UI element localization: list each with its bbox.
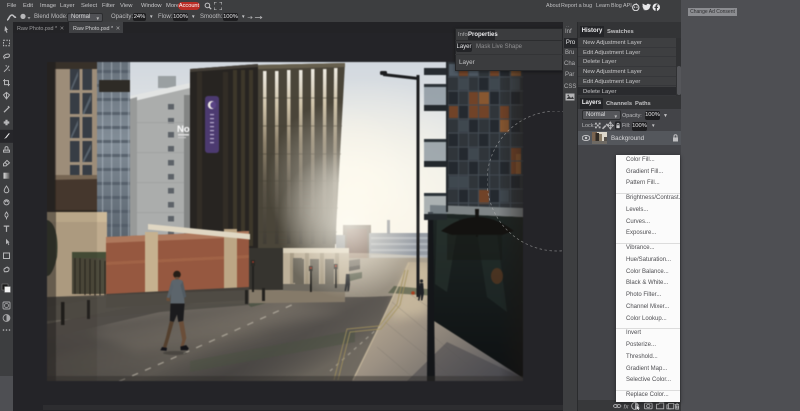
svg-text:No: No xyxy=(177,124,190,135)
svg-text:fx: fx xyxy=(624,404,630,411)
